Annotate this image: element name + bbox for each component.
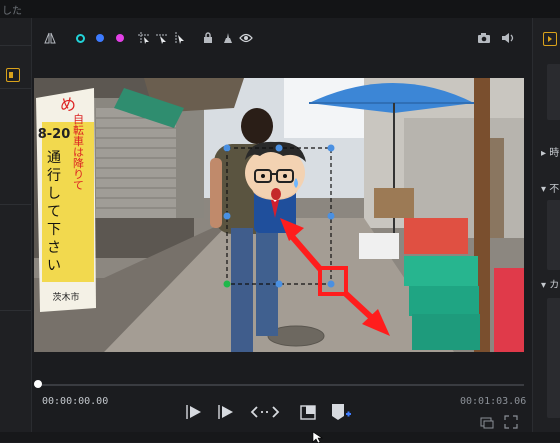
sign-city: 茨木市	[52, 291, 79, 303]
property-box[interactable]	[547, 64, 560, 120]
left-panel-toggle-icon[interactable]	[6, 68, 20, 82]
expand-arrow-icon: ▸	[541, 148, 547, 159]
screen-layout-icon[interactable]	[480, 414, 500, 434]
fullscreen-icon[interactable]	[504, 414, 524, 434]
resize-handle[interactable]	[327, 280, 335, 288]
property-section-camera[interactable]: ▾ カ	[541, 276, 559, 291]
title-bar: した	[0, 0, 560, 18]
camera-icon[interactable]	[476, 30, 492, 46]
left-panel-divider	[0, 204, 31, 205]
sign-char: さ	[47, 240, 61, 256]
right-panel-toggle-icon[interactable]	[543, 32, 557, 46]
color-blue-icon[interactable]	[92, 30, 108, 46]
sign-char: し	[47, 186, 61, 202]
left-panel	[0, 18, 32, 438]
resize-handle[interactable]	[275, 144, 283, 152]
current-time: 00:00:00.00	[42, 396, 109, 407]
sign-top-char: め	[60, 95, 76, 114]
resize-handle[interactable]	[223, 212, 231, 220]
sign-hours: 8-20	[38, 127, 71, 142]
align-icon[interactable]	[42, 30, 58, 46]
mouse-cursor-icon	[312, 431, 323, 443]
playhead-handle[interactable]	[34, 380, 42, 388]
anchor-handle[interactable]	[223, 280, 231, 288]
prev-next-frame-icon[interactable]	[250, 402, 280, 422]
section-label: 時	[549, 148, 560, 159]
resize-handle[interactable]	[327, 144, 335, 152]
sign-char: 通	[47, 150, 61, 166]
status-strip	[0, 431, 560, 443]
sign-char: い	[47, 258, 61, 274]
select-cursor-icon[interactable]	[172, 30, 188, 46]
volume-icon[interactable]	[500, 30, 516, 46]
sign-char: 行	[47, 168, 61, 184]
property-section-opacity[interactable]: ▾ 不	[541, 180, 559, 195]
lock-icon[interactable]	[200, 30, 216, 46]
play-icon[interactable]	[216, 402, 236, 422]
collapse-arrow-icon: ▾	[541, 184, 547, 195]
sign-char: て	[47, 204, 61, 220]
color-cyan-icon[interactable]	[72, 30, 88, 46]
section-label: 不	[549, 184, 560, 195]
color-magenta-icon[interactable]	[112, 30, 128, 46]
left-panel-divider	[0, 88, 31, 89]
eye-icon[interactable]	[238, 30, 254, 46]
add-marker-icon[interactable]	[330, 402, 351, 422]
crop-icon[interactable]	[298, 402, 318, 422]
brush-icon[interactable]	[220, 30, 236, 46]
player-controls: 00:00:00.00 00:01:03.06	[34, 352, 527, 438]
section-label: カ	[549, 280, 560, 291]
left-panel-divider	[0, 45, 31, 46]
frame-start-icon[interactable]	[184, 402, 204, 422]
property-box[interactable]	[547, 298, 560, 418]
window-title: した	[2, 6, 22, 17]
resize-handle[interactable]	[223, 144, 231, 152]
property-section-time[interactable]: ▸ 時	[541, 144, 559, 159]
property-box[interactable]	[547, 200, 560, 270]
right-panel: ▸ 時 ▾ 不 ▾ カ	[532, 18, 560, 438]
left-panel-divider	[0, 310, 31, 311]
video-preview[interactable]: め 8-20 通 行 し て 下 さ い 自転車は降りて 茨木市	[34, 78, 524, 352]
sign-char: 下	[47, 222, 61, 238]
total-time: 00:01:03.06	[460, 396, 527, 407]
select-arrow-icon[interactable]	[154, 30, 170, 46]
resize-handle[interactable]	[327, 212, 335, 220]
preview-toolbar	[34, 26, 524, 52]
sign-red-text: 自転車は降りて	[72, 113, 85, 190]
timeline-track[interactable]	[34, 384, 524, 386]
resize-handle[interactable]	[275, 280, 283, 288]
collapse-arrow-icon: ▾	[541, 280, 547, 291]
select-region-icon[interactable]	[136, 30, 152, 46]
